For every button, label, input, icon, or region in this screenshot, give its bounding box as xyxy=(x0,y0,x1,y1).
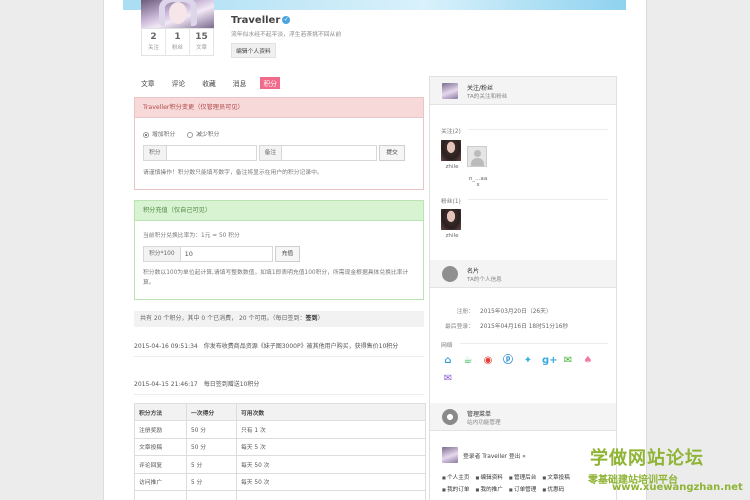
stat-posts[interactable]: 15 文章 xyxy=(190,29,213,55)
follow-section-header: 关注/粉丝 TA的关注和粉丝 xyxy=(430,77,616,105)
link-coupon[interactable]: 优惠码 xyxy=(542,485,564,493)
globe-icon xyxy=(442,266,458,282)
points-log-entry: 2015-04-16 09:51:34 你发布收费商品资源《妹子图3000P》被其… xyxy=(134,339,424,357)
recharge-input[interactable]: 10 xyxy=(180,246,273,262)
change-note: 请谨慎操作！积分数只能填写数字，备注将显示在用户的积分记录中。 xyxy=(143,170,323,176)
link-homepage[interactable]: 个人主页 xyxy=(442,473,469,481)
twitter-icon[interactable]: ✦ xyxy=(522,355,534,367)
profile-tabs: 文章 评论 收藏 消息 积分 xyxy=(138,77,280,89)
divider xyxy=(460,343,608,344)
p-icon[interactable]: ⓟ xyxy=(502,355,514,367)
gear-icon xyxy=(442,409,458,425)
tab-favorites[interactable]: 收藏 xyxy=(199,77,219,89)
google-plus-icon[interactable]: g+ xyxy=(542,355,558,367)
radio-decrease[interactable]: 减少积分 xyxy=(187,129,219,138)
mail-icon[interactable]: ✉ xyxy=(442,373,454,385)
points-input[interactable] xyxy=(166,145,257,161)
follower-user[interactable]: zhile xyxy=(441,209,463,239)
last-login: 最后登录： 2015年04月16日 18时51分16秒 xyxy=(445,324,569,330)
recharge-addon: 积分*100 xyxy=(143,246,181,262)
points-addon: 积分 xyxy=(143,145,167,161)
table-row xyxy=(134,490,426,500)
signin-link[interactable]: 签到 xyxy=(306,315,318,322)
points-change-panel: Traveller积分变更（仅管理员可见） 增加积分 减少积分 积分 备注 提交… xyxy=(134,97,424,190)
signature: 流年似水经不起平淡，浮生若茶挑不回从前 xyxy=(231,32,342,38)
watermark-title: 学做网站论坛 xyxy=(590,448,704,469)
table-row: 注册奖励 50 分只有 1 次 xyxy=(134,420,426,439)
network-label: 网络 xyxy=(441,343,453,349)
followers-label: 粉丝(1) xyxy=(441,199,461,205)
login-info: 登录者 Traveller 登出 » xyxy=(442,447,526,463)
user-avatar[interactable] xyxy=(441,209,461,230)
profile-stats: 2 关注 1 粉丝 15 文章 xyxy=(141,28,214,56)
username: Traveller ✓ xyxy=(231,15,291,26)
link-edit-profile[interactable]: 编辑资料 xyxy=(475,473,503,481)
edit-profile-button[interactable]: 编辑个人资料 xyxy=(231,43,276,58)
following-user[interactable]: zhile xyxy=(441,140,463,170)
recharge-form-row: 积分*100 10 充值 xyxy=(143,246,301,262)
change-type-radios: 增加积分 减少积分 xyxy=(143,129,219,138)
verified-icon: ✓ xyxy=(282,16,291,24)
avatar-mini xyxy=(442,83,458,99)
tab-comments[interactable]: 评论 xyxy=(169,77,189,89)
remark-addon: 备注 xyxy=(258,145,283,161)
recharge-panel: 积分充值（仅自己可见） 当前积分兑换比率为：1元 = 50 积分 积分*100 … xyxy=(134,200,424,300)
manage-links-row: 个人主页 编辑资料 管理后台 文章投稿 xyxy=(442,473,570,481)
watermark-url: www.xuewangzhan.net xyxy=(612,482,743,493)
radio-icon[interactable] xyxy=(187,131,194,138)
divider xyxy=(468,129,608,130)
divider xyxy=(468,199,608,200)
weibo-icon[interactable]: ◉ xyxy=(482,355,494,367)
exchange-rate: 当前积分兑换比率为：1元 = 50 积分 xyxy=(143,233,240,239)
page: 2 关注 1 粉丝 15 文章 Traveller ✓ 流年似水经不起平淡，浮生若… xyxy=(103,0,647,500)
change-form-row: 积分 备注 提交 xyxy=(143,145,405,161)
wechat-icon[interactable]: ✉ xyxy=(562,355,574,367)
remark-input[interactable] xyxy=(282,145,378,161)
avatar-mini xyxy=(442,447,458,463)
tab-posts[interactable]: 文章 xyxy=(138,77,158,89)
link-my-promotion[interactable]: 我的推广 xyxy=(475,485,503,493)
register-date: 注册： 2015年03月20日（26天） xyxy=(456,309,552,315)
link-my-orders[interactable]: 我的订单 xyxy=(442,485,469,493)
panel-title: Traveller积分变更（仅管理员可见） xyxy=(135,98,423,118)
points-summary: 共有 20 个积分，其中 0 个已消费， 20 个可用。（每日签到：签到） xyxy=(134,311,424,327)
table-row: 评论回复 5 分每天 50 次 xyxy=(134,455,426,474)
following-user[interactable]: n_...aa x xyxy=(467,140,489,188)
radio-icon[interactable] xyxy=(143,131,149,138)
manage-section-header: 管理菜单 站内功能管理 xyxy=(430,403,616,431)
recharge-note: 积分数以100为单位起计算,请填写整数数值，如填1即表明充值100积分，所需现金… xyxy=(143,270,409,286)
tab-points[interactable]: 积分 xyxy=(260,77,280,89)
link-order-manage[interactable]: 订单管理 xyxy=(509,485,536,493)
points-log-entry: 2015-04-15 21:46:17 每日签到赠送10积分 xyxy=(134,377,424,395)
home-icon[interactable]: ⌂ xyxy=(442,355,454,367)
submit-button[interactable]: 提交 xyxy=(379,145,405,161)
following-label: 关注(2) xyxy=(441,129,461,135)
social-links: ⌂ ☕ ◉ ⓟ ✦ g+ ✉ ♠ ✉ xyxy=(442,355,607,385)
table-row: 文章投稿 50 分每天 5 次 xyxy=(134,437,426,456)
panel-title: 积分充值（仅自己可见） xyxy=(135,201,423,221)
card-section-header: 名片 TA的个人信息 xyxy=(430,260,616,288)
radio-increase[interactable]: 增加积分 xyxy=(143,129,175,138)
user-avatar[interactable] xyxy=(441,140,461,161)
tab-messages[interactable]: 消息 xyxy=(230,77,250,89)
stat-followers[interactable]: 1 粉丝 xyxy=(166,29,190,55)
manage-links-row: 我的订单 我的推广 订单管理 优惠码 xyxy=(442,485,564,493)
link-admin[interactable]: 管理后台 xyxy=(509,473,536,481)
table-row: 访问推广 5 分每天 50 次 xyxy=(134,472,426,491)
table-header-row: 积分方法 一次得分 可用次数 xyxy=(134,403,426,421)
link-submit-post[interactable]: 文章投稿 xyxy=(542,473,569,481)
coffee-icon[interactable]: ☕ xyxy=(462,355,474,367)
qq-icon[interactable]: ♠ xyxy=(582,355,594,367)
stat-following[interactable]: 2 关注 xyxy=(142,29,166,55)
points-rules-table: 积分方法 一次得分 可用次数 注册奖励 50 分只有 1 次 文章投稿 50 分每天… xyxy=(134,403,426,500)
default-avatar-icon[interactable] xyxy=(467,146,487,167)
recharge-button[interactable]: 充值 xyxy=(274,246,301,262)
sidebar: 关注/粉丝 TA的关注和粉丝 关注(2) zhile n_...aa x 粉丝(… xyxy=(429,76,617,500)
avatar[interactable] xyxy=(141,0,214,28)
